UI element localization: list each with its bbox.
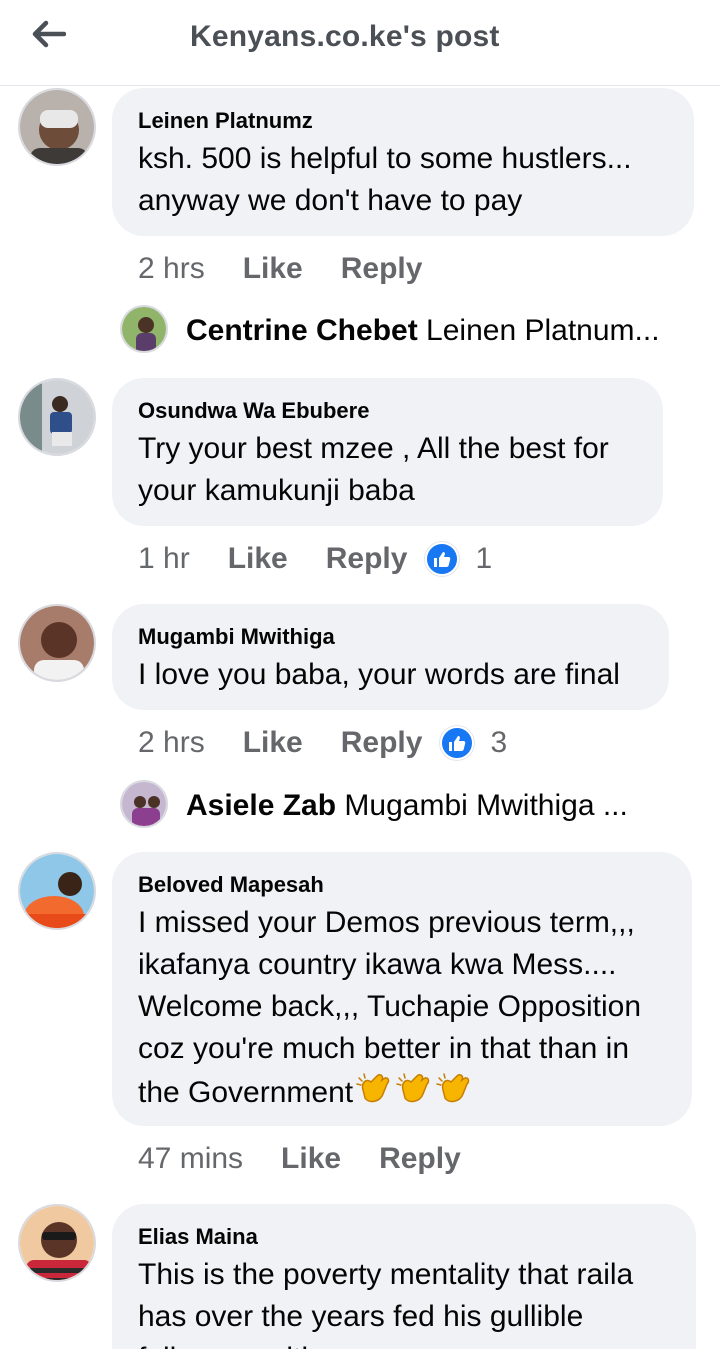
comment-bubble[interactable]: Mugambi Mwithiga I love you baba, your w…	[112, 604, 669, 710]
comment-line: the Government	[138, 1076, 354, 1109]
like-button[interactable]: Like	[243, 726, 303, 760]
reply-author-name[interactable]: Centrine Chebet	[186, 314, 418, 347]
comment-bubble[interactable]: Osundwa Wa Ebubere Try your best mzee , …	[112, 378, 663, 526]
reply-text: Leinen Platnum...	[426, 314, 660, 347]
comment-author[interactable]: Mugambi Mwithiga	[138, 624, 643, 650]
comment-text: I love you baba, your words are final	[138, 654, 643, 696]
comment-line: has over the years fed his gullible	[138, 1300, 584, 1333]
comment-bubble[interactable]: Beloved Mapesah I missed your Demos prev…	[112, 852, 692, 1126]
reaction-count[interactable]: 1	[475, 542, 492, 576]
comment-bubble[interactable]: Elias Maina This is the poverty mentalit…	[112, 1204, 696, 1349]
comment-line: Welcome back,,, Tuchapie Opposition	[138, 990, 642, 1023]
reply-author: Centrine Chebet Leinen Platnum...	[186, 314, 660, 348]
comment-time[interactable]: 47 mins	[138, 1142, 243, 1176]
comment-line: followers with	[138, 1338, 670, 1349]
comment-line: This is the poverty mentality that raila	[138, 1258, 634, 1291]
like-button[interactable]: Like	[243, 252, 303, 286]
comment-line: Try your best mzee , All the best for	[138, 432, 609, 465]
avatar-elias-maina[interactable]	[18, 1204, 96, 1282]
comment-actions: 1 hr Like Reply 1	[138, 539, 492, 579]
page-title: Kenyans.co.ke's post	[190, 20, 500, 53]
comment-line: your kamukunji baba	[138, 474, 415, 507]
reaction-count[interactable]: 3	[490, 726, 507, 760]
comment-time[interactable]: 1 hr	[138, 542, 190, 576]
comment-text: I missed your Demos previous term,,, ika…	[138, 902, 666, 1120]
comment-actions: 47 mins Like Reply	[138, 1139, 479, 1179]
comment-time[interactable]: 2 hrs	[138, 252, 205, 286]
avatar-osundwa-wa-ebubere[interactable]	[18, 378, 96, 456]
comment-line: coz you're much better in that than in	[138, 1032, 630, 1065]
comment-time[interactable]: 2 hrs	[138, 726, 205, 760]
avatar-leinen-platnumz[interactable]	[18, 88, 96, 166]
clapping-hands-emoji	[395, 1070, 433, 1120]
thumbs-up-icon[interactable]	[440, 726, 475, 760]
comment-line: anyway we don't have to pay	[138, 184, 523, 217]
avatar-asiele-zab[interactable]	[120, 780, 168, 828]
reply-author-name[interactable]: Asiele Zab	[186, 789, 336, 822]
comment-author[interactable]: Osundwa Wa Ebubere	[138, 398, 637, 424]
comment-line: ikafanya country ikawa kwa Mess....	[138, 948, 617, 981]
comment-bubble[interactable]: Leinen Platnumz ksh. 500 is helpful to s…	[112, 88, 694, 236]
arrow-left-icon	[32, 20, 66, 48]
comment-line-with-emoji: the Government	[138, 1070, 666, 1120]
avatar-mugambi-mwithiga[interactable]	[18, 604, 96, 682]
reply-button[interactable]: Reply	[326, 542, 408, 576]
comment-author[interactable]: Leinen Platnumz	[138, 108, 668, 134]
comment-line: I love you baba, your words are final	[138, 658, 620, 691]
comment-text: Try your best mzee , All the best for yo…	[138, 428, 637, 512]
reply-button[interactable]: Reply	[341, 726, 423, 760]
comment-author[interactable]: Beloved Mapesah	[138, 872, 666, 898]
clapping-hands-emoji	[435, 1070, 473, 1120]
back-button[interactable]	[24, 14, 72, 54]
like-button[interactable]: Like	[281, 1142, 341, 1176]
reply-button[interactable]: Reply	[379, 1142, 461, 1176]
reply-author: Asiele Zab Mugambi Mwithiga ...	[186, 789, 628, 823]
reply-text: Mugambi Mwithiga ...	[344, 789, 628, 822]
comment-line: I missed your Demos previous term,,,	[138, 906, 635, 939]
comment-line: ksh. 500 is helpful to some hustlers...	[138, 142, 632, 175]
avatar-beloved-mapesah[interactable]	[18, 852, 96, 930]
reply-button[interactable]: Reply	[341, 252, 423, 286]
comment-actions: 2 hrs Like Reply 3	[138, 723, 507, 763]
comment-text: ksh. 500 is helpful to some hustlers... …	[138, 138, 668, 222]
top-bar: Kenyans.co.ke's post	[0, 0, 720, 86]
avatar-centrine-chebet[interactable]	[120, 305, 168, 353]
like-button[interactable]: Like	[228, 542, 288, 576]
thumbs-up-icon[interactable]	[425, 542, 460, 576]
comment-text: This is the poverty mentality that raila…	[138, 1254, 670, 1349]
comment-author[interactable]: Elias Maina	[138, 1224, 670, 1250]
comment-actions: 2 hrs Like Reply	[138, 249, 440, 289]
clapping-hands-emoji	[355, 1070, 393, 1120]
